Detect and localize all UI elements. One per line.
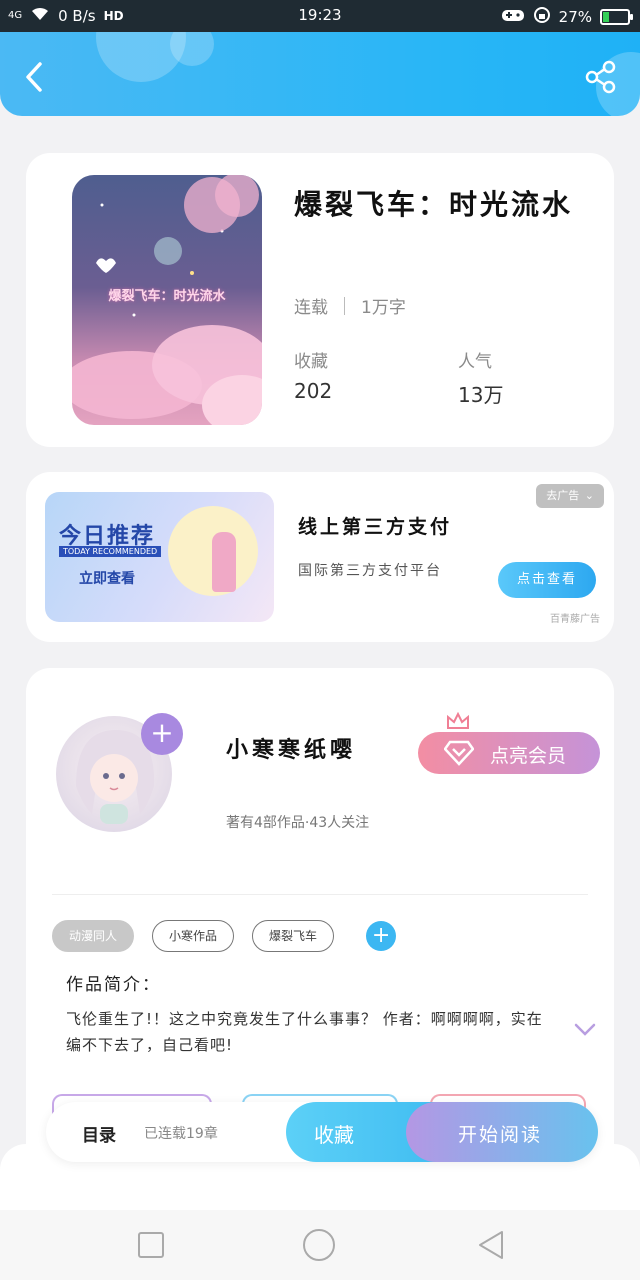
- ad-image-tagline: TODAY RECOMMENDED: [59, 546, 162, 557]
- chapter-status: 已连载19章: [144, 1126, 218, 1142]
- cover-title-text: 爆裂飞车：时光流水: [108, 289, 226, 304]
- chevron-down-icon: [574, 1023, 596, 1036]
- triangle-back-icon: [479, 1231, 503, 1259]
- ad-card[interactable]: 今日推荐 TODAY RECOMMENDED 立即查看 线上第三方支付 国际第三…: [26, 472, 614, 642]
- vip-label: 点亮会员: [490, 745, 567, 767]
- book-meta: 连载 1万字: [294, 293, 406, 318]
- vip-membership-button[interactable]: 点亮会员: [418, 712, 600, 774]
- book-title: 爆裂飞车：时光流水: [294, 188, 574, 221]
- tag-chip[interactable]: 动漫同人: [52, 920, 135, 952]
- start-reading-label: 开始阅读: [458, 1124, 543, 1146]
- tag-chip[interactable]: 爆裂飞车: [252, 920, 335, 952]
- back-button[interactable]: [18, 60, 52, 94]
- section-divider: [52, 894, 588, 895]
- popularity-label: 人气: [458, 352, 492, 372]
- tag-chip[interactable]: 小寒作品: [152, 920, 235, 952]
- ad-source-label: 百青藤广告: [550, 614, 600, 625]
- system-nav-bar: [0, 1210, 640, 1280]
- ad-girl-illustration: [212, 532, 236, 592]
- action-bar: 目录 已连载19章 收藏 开始阅读: [46, 1102, 598, 1162]
- share-icon: [585, 60, 616, 94]
- meta-divider: [344, 296, 345, 315]
- table-of-contents-button[interactable]: 目录: [82, 1121, 116, 1146]
- gamepad-icon: [501, 7, 525, 27]
- favorite-label: 收藏: [314, 1123, 354, 1147]
- home-button[interactable]: [302, 1228, 336, 1262]
- remove-ad-label: 去广告: [546, 489, 580, 502]
- battery-icon: [600, 9, 633, 25]
- chevron-left-icon: [26, 62, 42, 92]
- chevron-down-icon: ⌄: [584, 489, 594, 502]
- header-bar: [0, 32, 640, 116]
- share-button[interactable]: [584, 60, 618, 94]
- ad-title: 线上第三方支付: [298, 516, 453, 538]
- remove-ad-button[interactable]: 去广告 ⌄: [536, 484, 604, 508]
- ad-image[interactable]: 今日推荐 TODAY RECOMMENDED 立即查看: [45, 492, 274, 622]
- battery-percent: 27%: [558, 8, 592, 26]
- tag-list: 动漫同人 小寒作品 爆裂飞车 +: [52, 920, 397, 952]
- expand-intro-button[interactable]: [574, 1022, 596, 1041]
- book-info-card: 爆裂飞车：时光流水 爆裂飞车：时光流水 连载 1万字 收藏 202 人气 13万: [26, 153, 614, 447]
- author-stats: 著有4部作品·43人关注: [226, 815, 370, 831]
- popularity-count: 13万: [458, 383, 504, 407]
- word-count: 1万字: [361, 298, 406, 318]
- follow-author-button[interactable]: +: [141, 713, 183, 755]
- book-status: 连载: [294, 298, 328, 318]
- system-back-button[interactable]: [474, 1228, 508, 1262]
- favorites-label: 收藏: [294, 352, 328, 372]
- add-tag-button[interactable]: +: [366, 921, 397, 951]
- author-name[interactable]: 小寒寒纸嘤: [226, 732, 356, 764]
- circle-icon: [303, 1229, 335, 1261]
- ad-view-button[interactable]: 点击查看: [498, 562, 596, 598]
- diamond-icon: [444, 740, 474, 766]
- square-icon: [138, 1232, 164, 1258]
- ad-image-cta: 立即查看: [79, 571, 135, 587]
- intro-label: 作品简介：: [66, 975, 161, 995]
- crown-icon: [447, 712, 469, 729]
- rotation-lock-icon: [533, 6, 551, 28]
- intro-text: 飞伦重生了!！这之中究竟发生了什么事事？ 作者：啊啊啊啊，实在编不下去了，自己看…: [66, 1010, 543, 1054]
- status-bar: 4G 0 B/s HD 19:23 27%: [0, 0, 640, 32]
- start-reading-button[interactable]: 开始阅读: [406, 1102, 598, 1162]
- book-cover[interactable]: 爆裂飞车：时光流水: [72, 175, 262, 425]
- ad-subtitle: 国际第三方支付平台: [298, 563, 442, 579]
- recent-apps-button[interactable]: [134, 1228, 168, 1262]
- favorites-count: 202: [294, 379, 333, 403]
